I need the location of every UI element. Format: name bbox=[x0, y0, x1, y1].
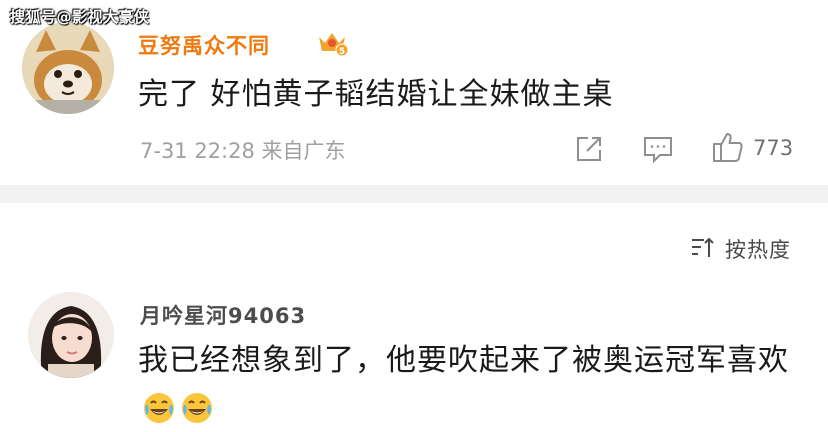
comment-text-content: 我已经想象到了，他要吹起来了被奥运冠军喜欢 bbox=[138, 343, 789, 378]
vip-level: 5 bbox=[339, 47, 345, 57]
username[interactable]: 豆努禹众不同 bbox=[138, 30, 270, 60]
sort-label: 按热度 bbox=[725, 238, 791, 262]
watermark: 搜狐号@影视大豪侠 bbox=[10, 8, 150, 26]
laugh-cry-emoji-icon bbox=[144, 392, 174, 423]
comment-item: 豆努禹众不同 5 完了 好怕黄子韬结婚让全妹做主桌 7-31 22:28 来自广… bbox=[0, 0, 828, 185]
like-icon[interactable] bbox=[711, 130, 745, 164]
comment-text: 我已经想象到了，他要吹起来了被奥运冠军喜欢 bbox=[138, 338, 818, 430]
avatar[interactable] bbox=[22, 22, 114, 114]
dog-avatar-icon bbox=[22, 22, 114, 114]
timestamp: 7-31 22:28 bbox=[140, 139, 255, 163]
vip-crown-icon: 5 bbox=[316, 29, 349, 57]
avatar[interactable] bbox=[28, 292, 114, 378]
section-divider bbox=[0, 185, 828, 203]
comment-text: 完了 好怕黄子韬结婚让全妹做主桌 bbox=[138, 77, 614, 112]
username[interactable]: 月吟星河94063 bbox=[140, 300, 306, 330]
like-count: 773 bbox=[753, 136, 794, 160]
sort-icon bbox=[690, 236, 716, 260]
comment-meta: 7-31 22:28 来自广东 bbox=[140, 135, 346, 165]
girl-avatar-icon bbox=[28, 292, 114, 378]
share-icon[interactable] bbox=[574, 134, 604, 164]
location: 来自广东 bbox=[261, 139, 346, 163]
comment-icon[interactable] bbox=[642, 134, 674, 164]
laugh-cry-emoji-icon bbox=[182, 392, 212, 423]
